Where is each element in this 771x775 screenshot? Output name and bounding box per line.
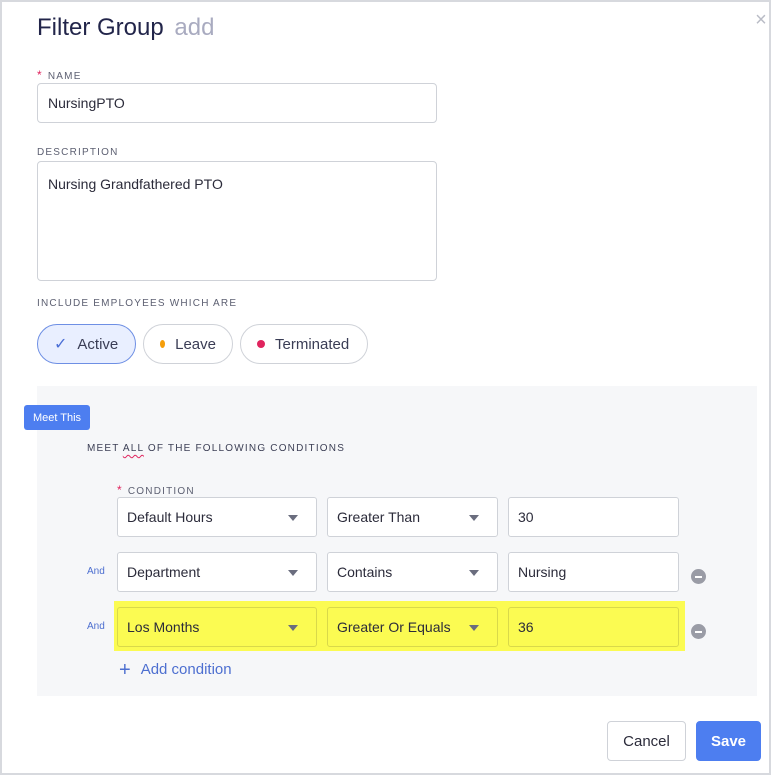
description-textarea[interactable]: Nursing Grandfathered PTO bbox=[37, 161, 437, 281]
filter-group-modal: Filter Group add × *NAME DESCRIPTION Nur… bbox=[0, 0, 771, 775]
and-connector: And bbox=[87, 566, 105, 577]
check-icon: ✓ bbox=[54, 336, 68, 353]
modal-subtitle: add bbox=[174, 14, 215, 41]
chevron-down-icon bbox=[288, 570, 298, 576]
chevron-down-icon bbox=[469, 625, 479, 631]
remove-condition-icon[interactable] bbox=[691, 569, 706, 584]
add-condition-button[interactable]: + Add condition bbox=[119, 658, 232, 681]
condition-value-input[interactable]: 36 bbox=[508, 607, 679, 647]
meet-this-badge: Meet This bbox=[24, 405, 90, 430]
leave-dot-icon bbox=[160, 340, 166, 348]
modal-title: Filter Group bbox=[37, 14, 164, 41]
page-title: Filter Group add bbox=[37, 14, 214, 42]
required-marker: * bbox=[37, 68, 43, 82]
name-input[interactable] bbox=[37, 83, 437, 123]
meet-quantifier-toggle[interactable]: ALL bbox=[123, 443, 144, 454]
and-connector: And bbox=[87, 621, 105, 632]
close-icon[interactable]: × bbox=[752, 10, 770, 30]
condition-label: * CONDITION bbox=[117, 483, 195, 497]
condition-value-input[interactable]: Nursing bbox=[508, 552, 679, 592]
chevron-down-icon bbox=[469, 570, 479, 576]
condition-field-select[interactable]: Department bbox=[117, 552, 317, 592]
required-marker: * bbox=[117, 483, 123, 497]
condition-field-select[interactable]: Los Months bbox=[117, 607, 317, 647]
condition-operator-select[interactable]: Contains bbox=[327, 552, 498, 592]
condition-operator-select[interactable]: Greater Than bbox=[327, 497, 498, 537]
include-employees-label: INCLUDE EMPLOYEES WHICH ARE bbox=[37, 298, 238, 309]
status-pill-active[interactable]: ✓ Active bbox=[37, 324, 136, 364]
cancel-button[interactable]: Cancel bbox=[607, 721, 686, 761]
meet-conditions-heading: MEET ALL OF THE FOLLOWING CONDITIONS bbox=[87, 443, 346, 454]
description-label: DESCRIPTION bbox=[37, 147, 119, 158]
status-pill-leave[interactable]: Leave bbox=[143, 324, 233, 364]
condition-value-input[interactable]: 30 bbox=[508, 497, 679, 537]
plus-icon: + bbox=[119, 658, 131, 681]
save-button[interactable]: Save bbox=[696, 721, 761, 761]
terminated-dot-icon bbox=[257, 340, 265, 348]
status-pill-terminated[interactable]: Terminated bbox=[240, 324, 368, 364]
condition-field-select[interactable]: Default Hours bbox=[117, 497, 317, 537]
chevron-down-icon bbox=[469, 515, 479, 521]
chevron-down-icon bbox=[288, 625, 298, 631]
chevron-down-icon bbox=[288, 515, 298, 521]
remove-condition-icon[interactable] bbox=[691, 624, 706, 639]
name-label: * NAME bbox=[37, 68, 82, 82]
condition-operator-select[interactable]: Greater Or Equals bbox=[327, 607, 498, 647]
